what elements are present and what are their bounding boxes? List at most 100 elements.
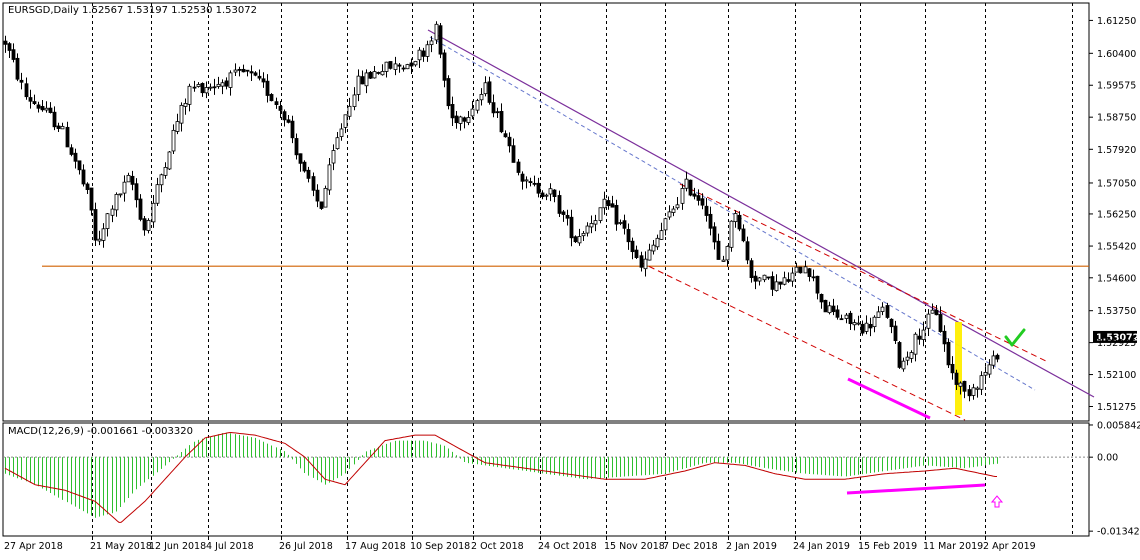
candle-body (954, 372, 959, 385)
candle-body (15, 57, 20, 80)
candle-body (163, 166, 168, 176)
candle-body (930, 309, 935, 314)
candle-body (692, 193, 697, 197)
candle-body (409, 62, 414, 67)
candle-body (749, 260, 754, 279)
candle-body (786, 279, 791, 282)
candle-body (77, 160, 82, 171)
candle-body (991, 355, 996, 366)
candle-body (868, 323, 873, 329)
candle-body (913, 333, 918, 355)
candle-body (921, 329, 926, 340)
candle-body (290, 120, 295, 139)
price-tick-label: 1.52925 (1097, 338, 1136, 349)
date-tick-label: 7 Dec 2018 (663, 541, 718, 552)
candle-body (610, 203, 615, 208)
candle-body (716, 240, 721, 260)
candle-body (483, 82, 488, 95)
candle-body (438, 25, 443, 55)
candle-body (511, 145, 516, 163)
candle-body (24, 83, 29, 98)
price-tick-label: 1.57050 (1097, 178, 1136, 189)
candle-body (844, 314, 849, 319)
candle-body (122, 181, 127, 194)
candle-body (286, 119, 291, 123)
candle-body (729, 220, 734, 248)
candle-body (65, 126, 70, 148)
candle-body (319, 201, 324, 209)
macd-tick-label: 0.005842 (1097, 420, 1140, 431)
candle-body (200, 83, 205, 94)
candle-body (901, 360, 906, 370)
candle-body (7, 43, 12, 51)
candle-body (532, 182, 537, 185)
candle-body (28, 97, 33, 102)
candle-body (741, 228, 746, 242)
date-tick-label: 24 Jan 2019 (793, 541, 850, 552)
candle-body (696, 195, 701, 201)
candle-body (544, 194, 549, 197)
date-tick-label: 15 Feb 2019 (858, 541, 917, 552)
candle-body (388, 61, 393, 69)
candle-body (175, 121, 180, 132)
candle-body (192, 86, 197, 89)
candle-body (85, 183, 90, 190)
candle-body (405, 64, 410, 70)
candle-body (167, 151, 172, 170)
candle-body (618, 222, 623, 224)
candle-body (442, 52, 447, 81)
candle-body (774, 281, 779, 292)
candle-body (688, 179, 693, 196)
candle-body (872, 316, 877, 328)
candle-body (413, 60, 418, 66)
candle-body (40, 106, 45, 111)
date-tick-label: 17 Aug 2018 (345, 541, 406, 552)
candle-body (577, 236, 582, 244)
candle-body (384, 61, 389, 72)
candle-body (475, 100, 480, 111)
candle-body (979, 375, 984, 390)
candle-body (807, 268, 812, 277)
candle-body (827, 305, 832, 314)
candle-body (278, 105, 283, 111)
candle-body (372, 71, 377, 79)
candle-body (368, 71, 373, 79)
candle-body (421, 50, 426, 57)
candle-body (110, 208, 115, 216)
candle-body (11, 49, 16, 60)
date-tick-label: 12 Jun 2018 (149, 541, 206, 552)
candle-body (224, 80, 229, 87)
date-tick-label: 26 Jul 2018 (279, 541, 333, 552)
candle-body (770, 276, 775, 290)
candle-body (725, 246, 730, 261)
candle-body (823, 299, 828, 313)
candle-body (311, 176, 316, 191)
candle-body (241, 68, 246, 73)
candle-body (647, 249, 652, 261)
candle-body (216, 83, 221, 87)
candle-body (159, 174, 164, 186)
candle-body (946, 341, 951, 366)
candle-body (987, 364, 992, 375)
price-tick-label: 1.54600 (1097, 273, 1136, 284)
date-tick-label: 21 May 2018 (90, 541, 152, 552)
candle-body (659, 230, 664, 240)
candle-body (934, 309, 939, 316)
candle-body (643, 258, 648, 270)
candle-body (782, 277, 787, 285)
candle-body (639, 255, 644, 268)
candle-body (446, 78, 451, 107)
candle-body (343, 114, 348, 128)
candle-body (335, 137, 340, 150)
candle-body (704, 205, 709, 216)
candle-body (548, 188, 553, 195)
candle-body (470, 108, 475, 117)
candle-body (753, 275, 758, 282)
date-tick-label: 11 Mar 2019 (923, 541, 983, 552)
candle-body (171, 129, 176, 152)
candle-body (831, 305, 836, 313)
candle-body (36, 104, 41, 109)
candle-body (114, 194, 119, 211)
candle-body (269, 94, 274, 102)
candle-body (360, 76, 365, 85)
